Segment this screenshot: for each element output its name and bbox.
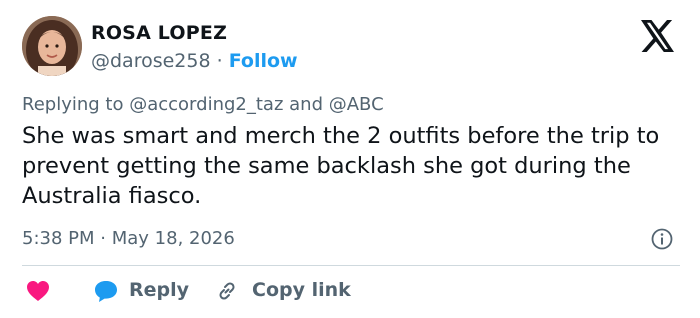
- author-handle[interactable]: @darose258: [91, 50, 211, 72]
- divider: [22, 265, 680, 266]
- tweet-timestamp[interactable]: 5:38 PM · May 18, 2026: [22, 228, 235, 249]
- author-handle-row: @darose258 · Follow: [91, 50, 298, 72]
- speech-bubble-icon[interactable]: [93, 279, 119, 303]
- copy-link-button[interactable]: Copy link: [252, 279, 351, 301]
- link-icon[interactable]: [215, 279, 239, 303]
- mention-link-2[interactable]: @ABC: [329, 94, 384, 115]
- avatar-image: [22, 16, 82, 76]
- author-name[interactable]: ROSA LOPEZ: [91, 22, 227, 44]
- reply-button[interactable]: Reply: [129, 279, 189, 301]
- handle-separator: ·: [216, 50, 223, 72]
- timestamp-separator: ·: [100, 228, 106, 249]
- reply-conjunction: and: [289, 94, 323, 115]
- mention-link-1[interactable]: @according2_taz: [129, 94, 283, 115]
- info-icon[interactable]: [651, 228, 673, 250]
- follow-button[interactable]: Follow: [229, 50, 298, 72]
- avatar[interactable]: [22, 16, 82, 76]
- reply-prefix: Replying to: [22, 94, 124, 115]
- tweet-text: She was smart and merch the 2 outfits be…: [22, 123, 660, 209]
- tweet-date: May 18, 2026: [111, 228, 235, 249]
- reply-context: Replying to @according2_taz and @ABC: [22, 94, 384, 115]
- x-logo-icon[interactable]: [640, 20, 676, 52]
- heart-icon[interactable]: [26, 280, 50, 302]
- tweet-time: 5:38 PM: [22, 228, 95, 249]
